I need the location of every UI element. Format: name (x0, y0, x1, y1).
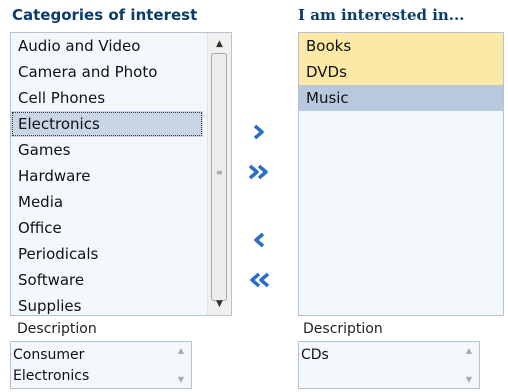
scroll-down-arrow-icon[interactable]: ▼ (171, 375, 191, 384)
selected-description-label: Description (303, 321, 383, 337)
scrollbar-thumb[interactable]: ≡ (211, 53, 227, 301)
selected-item-highlighted[interactable]: Books (299, 33, 503, 59)
available-item[interactable]: Office (11, 215, 203, 241)
available-listbox[interactable]: Audio and Video Camera and Photo Cell Ph… (10, 32, 232, 316)
selected-item-highlighted[interactable]: DVDs (299, 59, 503, 85)
available-item[interactable]: Periodicals (11, 241, 203, 267)
chevron-left-icon (254, 232, 265, 248)
available-scrollbar[interactable]: ▲ ≡ ▼ (207, 33, 231, 315)
remove-button[interactable] (246, 227, 272, 253)
available-item[interactable]: Cell Phones (11, 85, 203, 111)
scroll-up-arrow-icon[interactable]: ▲ (208, 35, 231, 53)
available-description-scrollbar[interactable]: ▲ ▼ (171, 342, 191, 388)
double-chevron-right-icon (248, 164, 268, 180)
selected-listbox[interactable]: Books DVDs Music (298, 32, 504, 316)
selected-list-header: I am interested in... (298, 6, 465, 24)
available-item-focused[interactable]: Electronics (11, 111, 203, 137)
available-item[interactable]: Camera and Photo (11, 59, 203, 85)
selected-description-text: CDs (301, 347, 329, 363)
scroll-up-arrow-icon[interactable]: ▲ (171, 346, 191, 355)
chevron-right-icon (253, 124, 264, 140)
available-item[interactable]: Hardware (11, 163, 203, 189)
move-all-button[interactable] (246, 159, 272, 185)
available-description-box: Consumer Electronics ▲ ▼ (10, 341, 192, 389)
available-item[interactable]: Media (11, 189, 203, 215)
scroll-down-arrow-icon[interactable]: ▼ (459, 375, 479, 384)
selected-description-box: CDs ▲ ▼ (298, 341, 480, 389)
available-list-header: Categories of interest (12, 6, 198, 24)
move-button[interactable] (246, 119, 272, 145)
available-item[interactable]: Supplies (11, 293, 203, 315)
remove-all-button[interactable] (246, 267, 272, 293)
available-item[interactable]: Software (11, 267, 203, 293)
selected-description-scrollbar[interactable]: ▲ ▼ (459, 342, 479, 388)
available-description-text: Consumer Electronics (13, 347, 90, 384)
available-description-label: Description (17, 321, 97, 337)
scroll-down-arrow-icon[interactable]: ▼ (208, 295, 231, 313)
available-item[interactable]: Games (11, 137, 203, 163)
selected-item-active[interactable]: Music (299, 85, 503, 111)
double-chevron-left-icon (250, 272, 270, 288)
grip-icon: ≡ (216, 168, 223, 177)
available-item[interactable]: Audio and Video (11, 33, 203, 59)
scroll-up-arrow-icon[interactable]: ▲ (459, 346, 479, 355)
